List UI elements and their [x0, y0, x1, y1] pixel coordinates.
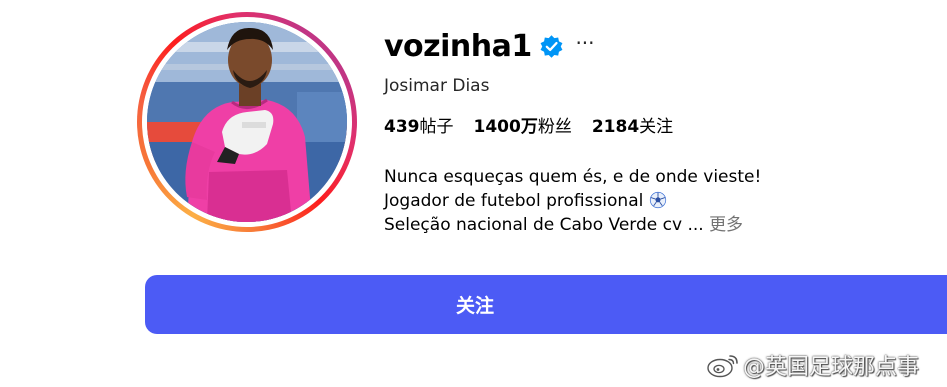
- avatar-photo: [147, 22, 347, 222]
- bio-line-3-text: Seleção nacional de Cabo Verde cv ...: [384, 215, 704, 235]
- posts-stat[interactable]: 439帖子: [384, 114, 454, 140]
- avatar[interactable]: [147, 22, 347, 222]
- story-ring[interactable]: [137, 12, 357, 232]
- bio-line-2: Jogador de futebol profissional: [384, 189, 804, 213]
- bio-more-link[interactable]: 更多: [709, 215, 743, 235]
- weibo-logo-icon: [707, 355, 738, 378]
- posts-count: 439: [384, 117, 420, 137]
- following-count: 2184: [591, 117, 640, 137]
- verified-badge-icon: [540, 35, 563, 58]
- following-label: 关注: [639, 117, 674, 137]
- following-stat[interactable]: 2184关注: [592, 114, 673, 140]
- posts-label: 帖子: [419, 117, 454, 137]
- followers-count: 1400万: [473, 117, 538, 137]
- bio-line-2-text: Jogador de futebol profissional: [384, 191, 644, 211]
- bio: Nunca esqueças quem és, e de onde vieste…: [384, 165, 804, 237]
- profile-stats: 439帖子 1400万粉丝 2184关注: [384, 114, 693, 140]
- username: vozinha1: [384, 29, 532, 64]
- avatar-border: [142, 17, 352, 227]
- followers-stat[interactable]: 1400万粉丝: [474, 114, 572, 140]
- bio-line-3: Seleção nacional de Cabo Verde cv ... 更多: [384, 213, 804, 237]
- watermark: @英国足球那点事: [705, 349, 919, 381]
- full-name: Josimar Dias: [384, 76, 490, 96]
- soccer-ball-icon: [650, 191, 667, 209]
- watermark-text: @英国足球那点事: [743, 355, 920, 380]
- follow-button[interactable]: 关注: [145, 275, 947, 334]
- followers-label: 粉丝: [537, 117, 572, 137]
- bio-line-1: Nunca esqueças quem és, e de onde vieste…: [384, 167, 762, 187]
- more-options-button[interactable]: ···: [574, 33, 596, 57]
